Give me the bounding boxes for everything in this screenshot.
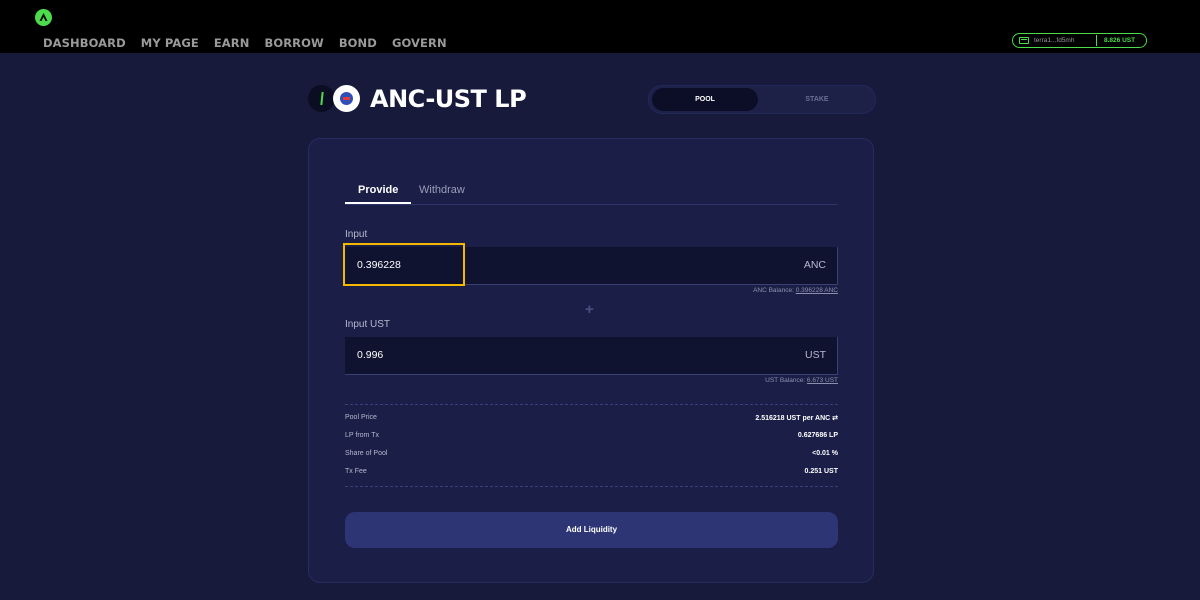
wallet-divider bbox=[1096, 35, 1097, 46]
nav-bond[interactable]: BOND bbox=[339, 36, 377, 50]
plus-icon: + bbox=[585, 301, 594, 318]
tx-fee-value: 0.251 UST bbox=[804, 468, 838, 475]
main-nav: DASHBOARD MY PAGE EARN BORROW BOND GOVER… bbox=[43, 36, 447, 50]
input-ust-label: Input UST bbox=[345, 319, 391, 330]
anchor-logo-icon[interactable] bbox=[35, 9, 52, 26]
share-of-pool-value: <0.01 % bbox=[812, 450, 838, 457]
input-ust-unit: UST bbox=[805, 349, 826, 361]
wallet-balance: 8.826 UST bbox=[1104, 37, 1136, 44]
wallet-icon bbox=[1019, 37, 1029, 44]
summary-divider-top bbox=[345, 404, 838, 405]
nav-dashboard[interactable]: DASHBOARD bbox=[43, 36, 126, 50]
input-ust-field[interactable]: 0.996 UST bbox=[345, 337, 838, 375]
input-anc-label: Input bbox=[345, 229, 368, 240]
tab-pool[interactable]: POOL bbox=[652, 88, 758, 111]
nav-my-page[interactable]: MY PAGE bbox=[141, 36, 199, 50]
pool-price-value[interactable]: 2.516218 UST per ANC ⇄ bbox=[755, 414, 838, 422]
provide-withdraw-tabs: Provide Withdraw bbox=[345, 183, 838, 205]
pool-price-label: Pool Price bbox=[345, 414, 377, 421]
pool-stake-switch: POOL STAKE bbox=[648, 85, 876, 114]
tab-provide[interactable]: Provide bbox=[358, 184, 398, 196]
top-navigation-bar: DASHBOARD MY PAGE EARN BORROW BOND GOVER… bbox=[0, 0, 1200, 53]
ust-balance-value[interactable]: 6.673 UST bbox=[807, 377, 838, 384]
nav-govern[interactable]: GOVERN bbox=[392, 36, 447, 50]
active-tab-indicator bbox=[345, 202, 411, 204]
nav-earn[interactable]: EARN bbox=[214, 36, 250, 50]
anc-token-icon bbox=[308, 85, 335, 112]
share-of-pool-label: Share of Pool bbox=[345, 450, 388, 457]
tab-stake[interactable]: STAKE bbox=[763, 88, 871, 111]
anc-balance: ANC Balance: 0.396228 ANC bbox=[600, 287, 838, 294]
summary-divider-bottom bbox=[345, 486, 838, 487]
lp-from-tx-value: 0.627686 LP bbox=[797, 432, 838, 439]
input-ust-value[interactable]: 0.996 bbox=[357, 349, 383, 361]
ust-balance: UST Balance: 6.673 UST bbox=[600, 377, 838, 384]
tab-withdraw[interactable]: Withdraw bbox=[419, 184, 465, 196]
page-title: ANC-UST LP bbox=[370, 85, 527, 113]
tx-fee-label: Tx Fee bbox=[345, 468, 367, 475]
nav-borrow[interactable]: BORROW bbox=[264, 36, 323, 50]
ust-token-icon bbox=[333, 85, 360, 112]
wallet-button[interactable]: terra1...fd5mh 8.826 UST bbox=[1012, 33, 1147, 48]
lp-from-tx-label: LP from Tx bbox=[345, 432, 379, 439]
ust-balance-label: UST Balance: bbox=[765, 377, 806, 384]
anc-balance-label: ANC Balance: bbox=[753, 287, 794, 294]
add-liquidity-button[interactable]: Add Liquidity bbox=[345, 512, 838, 548]
wallet-address: terra1...fd5mh bbox=[1034, 37, 1075, 44]
input-anc-unit: ANC bbox=[803, 259, 826, 271]
input-highlight-box bbox=[343, 243, 465, 286]
anc-balance-value[interactable]: 0.396228 ANC bbox=[796, 287, 838, 294]
